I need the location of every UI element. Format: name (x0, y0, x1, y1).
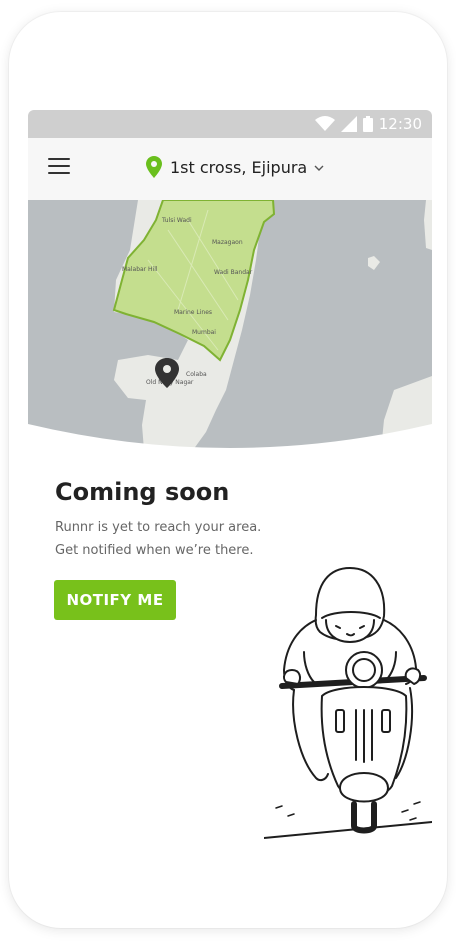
app-header: 1st cross, Ejipura (28, 138, 432, 201)
coming-soon-title: Coming soon (55, 478, 230, 506)
status-time: 12:30 (378, 115, 422, 133)
location-pin-icon (146, 156, 162, 178)
map-label-malabar-hill: Malabar Hill (122, 266, 158, 273)
map-label-marine-lines: Marine Lines (174, 309, 212, 316)
map-label-tulsi-wadi: Tulsi Wadi (161, 217, 192, 224)
message-line-1: Runnr is yet to reach your area. (55, 520, 262, 535)
map-label-mumbai: Mumbai (192, 329, 216, 336)
message-line-2: Get notified when we’re there. (55, 543, 254, 558)
map-label-mazagaon: Mazagaon (212, 239, 243, 246)
notify-me-button[interactable]: NOTIFY ME (54, 580, 176, 620)
wifi-icon (314, 116, 335, 131)
app-screen: 12:30 1st cross, Ejipura Tulsi Wadi Maza… (28, 110, 432, 870)
hamburger-menu-icon[interactable] (48, 158, 70, 176)
chevron-down-icon (314, 165, 324, 171)
scooter-rider-illustration (264, 567, 432, 839)
status-bar: 12:30 (28, 110, 432, 138)
signal-icon (340, 116, 357, 132)
map-label-colaba: Colaba (186, 371, 207, 378)
location-selector[interactable]: 1st cross, Ejipura (146, 156, 324, 178)
battery-icon (362, 116, 373, 132)
map-label-wadi-bandar: Wadi Bandar (214, 269, 253, 276)
location-label: 1st cross, Ejipura (170, 157, 308, 177)
map-canvas: Tulsi Wadi Mazagaon Malabar Hill Wadi Ba… (28, 199, 432, 470)
map-view[interactable]: Tulsi Wadi Mazagaon Malabar Hill Wadi Ba… (28, 199, 432, 470)
